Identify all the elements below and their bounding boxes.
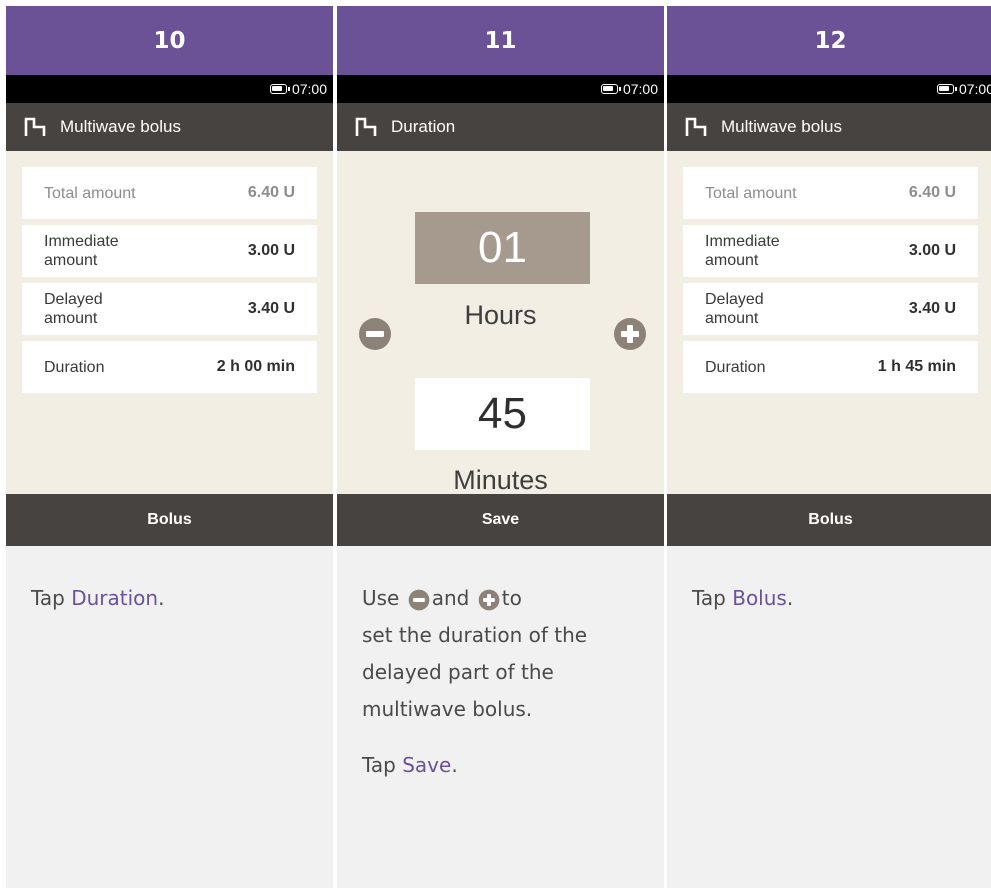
screen-title-bar: Multiwave bolus bbox=[6, 103, 333, 151]
bolus-wave-icon bbox=[685, 117, 707, 136]
bolus-summary-list: Total amount 6.40 U Immediate amount 3.0… bbox=[667, 151, 991, 393]
bolus-summary-list: Total amount 6.40 U Immediate amount 3.0… bbox=[6, 151, 333, 393]
instruction-suffix: . bbox=[158, 586, 165, 610]
status-bar: 07:00 bbox=[6, 75, 333, 103]
instruction-link[interactable]: Bolus bbox=[732, 586, 787, 610]
immediate-amount-row[interactable]: Immediate amount 3.00 U bbox=[22, 225, 317, 277]
minus-icon bbox=[359, 318, 391, 350]
device-screen: 07:00 Multiwave bolus Total amount 6.40 … bbox=[6, 75, 333, 546]
delayed-amount-row[interactable]: Delayed amount 3.40 U bbox=[683, 283, 978, 335]
clock: 07:00 bbox=[622, 81, 658, 97]
row-label: Duration bbox=[705, 358, 766, 376]
instruction-text: Use and to set the duration of the delay… bbox=[337, 546, 664, 784]
delayed-amount-row[interactable]: Delayed amount 3.40 U bbox=[22, 283, 317, 335]
step-10-panel: 10 07:00 Multiwave bolus Total amount 6.… bbox=[6, 6, 333, 888]
bolus-wave-icon bbox=[24, 117, 46, 136]
step-number: 11 bbox=[337, 6, 664, 75]
row-value: 3.40 U bbox=[908, 300, 956, 317]
instruction-prefix: Tap bbox=[362, 753, 403, 777]
row-label: Total amount bbox=[44, 184, 136, 202]
minus-icon bbox=[408, 589, 430, 610]
bolus-button[interactable]: Bolus bbox=[667, 494, 991, 546]
screen-title: Duration bbox=[391, 117, 456, 136]
battery-icon bbox=[936, 84, 957, 94]
instruction-to: to bbox=[501, 586, 522, 610]
step-12-panel: 12 07:00 Multiwave bolus Total amount 6.… bbox=[667, 6, 991, 888]
duration-row[interactable]: Duration 2 h 00 min bbox=[22, 341, 317, 393]
save-button[interactable]: Save bbox=[337, 494, 664, 546]
row-label: Duration bbox=[44, 358, 105, 376]
row-label: Delayed amount bbox=[705, 291, 764, 327]
row-value: 1 h 45 min bbox=[877, 358, 956, 375]
row-value: 6.40 U bbox=[908, 184, 956, 201]
row-value: 6.40 U bbox=[247, 184, 295, 201]
instruction-link[interactable]: Save bbox=[402, 753, 451, 777]
screen-title: Multiwave bolus bbox=[721, 117, 842, 136]
battery-icon bbox=[600, 84, 621, 94]
clock: 07:00 bbox=[958, 81, 991, 97]
minutes-label: Minutes bbox=[453, 465, 548, 495]
instruction-suffix: . bbox=[786, 586, 794, 610]
bolus-button[interactable]: Bolus bbox=[6, 494, 333, 546]
device-screen: 07:00 Duration 01 Hours 45 Minutes Save bbox=[337, 75, 664, 546]
screen-title-bar: Multiwave bolus bbox=[667, 103, 991, 151]
instruction-prefix: Tap bbox=[692, 586, 733, 610]
instruction-link[interactable]: Duration bbox=[71, 586, 158, 610]
immediate-amount-row[interactable]: Immediate amount 3.00 U bbox=[683, 225, 978, 277]
instruction-text: Tap Duration. bbox=[6, 546, 333, 617]
device-screen: 07:00 Multiwave bolus Total amount 6.40 … bbox=[667, 75, 991, 546]
battery-icon bbox=[269, 84, 290, 94]
row-label: Immediate amount bbox=[44, 233, 119, 269]
bolus-wave-icon bbox=[355, 117, 377, 136]
row-value: 3.40 U bbox=[247, 300, 295, 317]
instruction-rest: set the duration of the delayed part of … bbox=[362, 623, 588, 721]
row-label: Delayed amount bbox=[44, 291, 103, 327]
instruction-suffix: . bbox=[451, 753, 458, 777]
instruction-text: Tap Bolus. bbox=[667, 546, 991, 617]
step-number: 12 bbox=[667, 6, 991, 75]
step-number: 10 bbox=[6, 6, 333, 75]
total-amount-row: Total amount 6.40 U bbox=[22, 167, 317, 219]
screen-title-bar: Duration bbox=[337, 103, 664, 151]
increase-button[interactable] bbox=[613, 317, 647, 355]
step-11-panel: 11 07:00 Duration 01 Hours 45 Minutes Sa… bbox=[337, 6, 664, 888]
hours-value[interactable]: 01 bbox=[415, 212, 590, 284]
row-label: Immediate amount bbox=[705, 233, 780, 269]
row-value: 3.00 U bbox=[247, 242, 295, 259]
screen-title: Multiwave bolus bbox=[60, 117, 181, 136]
duration-row[interactable]: Duration 1 h 45 min bbox=[683, 341, 978, 393]
row-value: 3.00 U bbox=[908, 242, 956, 259]
decrease-button[interactable] bbox=[358, 317, 392, 355]
status-bar: 07:00 bbox=[667, 75, 991, 103]
status-bar: 07:00 bbox=[337, 75, 664, 103]
instruction-and: and bbox=[431, 586, 470, 610]
plus-icon bbox=[614, 318, 646, 350]
clock: 07:00 bbox=[291, 81, 327, 97]
row-value: 2 h 00 min bbox=[216, 358, 295, 375]
row-label: Total amount bbox=[705, 184, 797, 202]
plus-icon bbox=[478, 589, 500, 610]
total-amount-row: Total amount 6.40 U bbox=[683, 167, 978, 219]
instruction-prefix: Tap bbox=[31, 586, 72, 610]
instruction-use: Use bbox=[362, 586, 400, 610]
minutes-value[interactable]: 45 bbox=[415, 378, 590, 450]
